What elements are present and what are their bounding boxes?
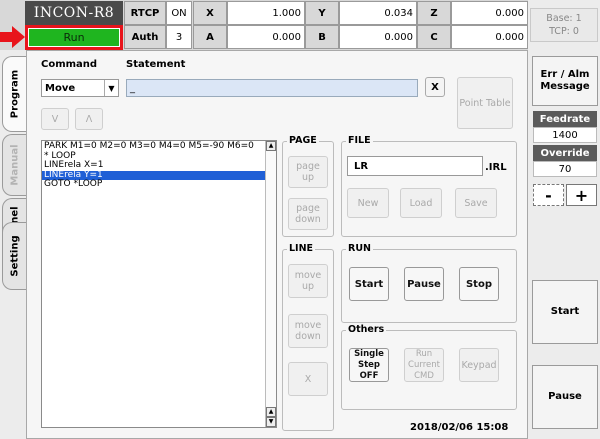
filename-input[interactable]: LR [347, 156, 483, 176]
feedrate-label: Feedrate [533, 111, 597, 127]
program-panel: Command Statement Move ▼ _ X Point Table… [26, 50, 528, 439]
red-arrow-icon [0, 26, 25, 48]
b-axis-label: B [305, 25, 339, 49]
side-pause-button[interactable]: Pause [532, 365, 598, 429]
c-axis-value: 0.000 [451, 25, 528, 49]
base-readout: Base: 1 [546, 13, 582, 24]
save-file-button[interactable]: Save [455, 188, 497, 218]
line-group-title: LINE [287, 243, 316, 254]
scroll-down-icon[interactable]: ▼ [266, 417, 276, 427]
stop-button[interactable]: Stop [459, 267, 499, 301]
page-group-title: PAGE [287, 135, 319, 146]
clear-statement-button[interactable]: X [425, 77, 445, 97]
run-highlight-box: Run [25, 25, 123, 50]
x-axis-label: X [193, 1, 227, 25]
rtcp-value[interactable]: ON [166, 1, 192, 25]
others-group-title: Others [346, 324, 387, 335]
scroll-up-icon[interactable]: ▲ [266, 407, 276, 417]
page-up-button[interactable]: page up [288, 156, 328, 188]
run-current-cmd-button[interactable]: Run Current CMD [404, 348, 444, 382]
run-group-title: RUN [346, 243, 373, 254]
b-axis-value: 0.000 [339, 25, 417, 49]
y-axis-value: 0.034 [339, 1, 417, 25]
command-label: Command [41, 59, 98, 70]
scroll-up-icon[interactable]: ▲ [266, 141, 276, 151]
load-file-button[interactable]: Load [400, 188, 442, 218]
run-group: RUN Start Pause Stop [341, 243, 517, 323]
page-down-button[interactable]: page down [288, 198, 328, 230]
auth-value: 3 [166, 25, 192, 49]
file-group-title: FILE [346, 135, 373, 146]
app-root: INCON-R8 Run RTCP ON Auth 3 X 1.000 Y 0.… [0, 0, 600, 439]
statement-label: Statement [126, 59, 186, 70]
line-group: LINE move up move down X [282, 243, 334, 431]
tab-setting[interactable]: Setting [2, 222, 26, 290]
page-group: PAGE page up page down [282, 135, 334, 237]
override-label: Override [533, 145, 597, 161]
c-axis-label: C [417, 25, 451, 49]
statement-input[interactable]: _ [126, 79, 418, 97]
override-minus-button[interactable]: - [533, 184, 564, 206]
start-button[interactable]: Start [349, 267, 389, 301]
rtcp-label: RTCP [124, 1, 166, 25]
new-file-button[interactable]: New [347, 188, 389, 218]
y-axis-label: Y [305, 1, 339, 25]
move-down-arrow-button[interactable]: V [41, 108, 69, 130]
line-move-down-button[interactable]: move down [288, 314, 328, 348]
z-axis-value: 0.000 [451, 1, 528, 25]
app-title: INCON-R8 [25, 1, 123, 25]
others-group: Others Single Step OFF Run Current CMD K… [341, 324, 517, 410]
move-up-arrow-button[interactable]: Λ [75, 108, 103, 130]
datetime: 2018/02/06 15:08 [410, 422, 509, 433]
program-list[interactable]: PARK M1=0 M2=0 M3=0 M4=0 M5=-90 M6=0 * L… [41, 140, 277, 428]
auth-label: Auth [124, 25, 166, 49]
point-table-button[interactable]: Point Table [457, 77, 513, 129]
single-step-toggle[interactable]: Single Step OFF [349, 348, 389, 382]
tab-manual[interactable]: Manual [2, 134, 26, 196]
a-axis-value: 0.000 [227, 25, 305, 49]
tcp-readout: TCP: 0 [549, 26, 579, 37]
list-scrollbar[interactable]: ▲ ▲ ▼ [265, 141, 276, 427]
pause-button[interactable]: Pause [404, 267, 444, 301]
base-tcp-indicator: Base: 1 TCP: 0 [530, 8, 598, 42]
side-start-button[interactable]: Start [532, 280, 598, 344]
override-value[interactable]: 70 [533, 161, 597, 177]
line-delete-button[interactable]: X [288, 362, 328, 396]
feedrate-value[interactable]: 1400 [533, 127, 597, 143]
list-item[interactable]: PARK M1=0 M2=0 M3=0 M4=0 M5=-90 M6=0 [42, 141, 276, 152]
command-dropdown[interactable]: Move ▼ [41, 79, 119, 97]
keypad-button[interactable]: Keypad [459, 348, 499, 382]
a-axis-label: A [193, 25, 227, 49]
x-axis-value: 1.000 [227, 1, 305, 25]
z-axis-label: Z [417, 1, 451, 25]
chevron-down-icon: ▼ [104, 80, 118, 96]
header-bar: INCON-R8 Run RTCP ON Auth 3 X 1.000 Y 0.… [0, 0, 528, 50]
line-move-up-button[interactable]: move up [288, 264, 328, 298]
err-alm-message-button[interactable]: Err / Alm Message [532, 56, 598, 106]
file-extension: .IRL [485, 162, 507, 173]
file-group: FILE LR .IRL New Load Save [341, 135, 517, 237]
override-plus-button[interactable]: + [566, 184, 597, 206]
list-item[interactable]: GOTO *LOOP [42, 179, 276, 190]
tab-program[interactable]: Program [2, 56, 26, 132]
run-button[interactable]: Run [29, 29, 119, 46]
